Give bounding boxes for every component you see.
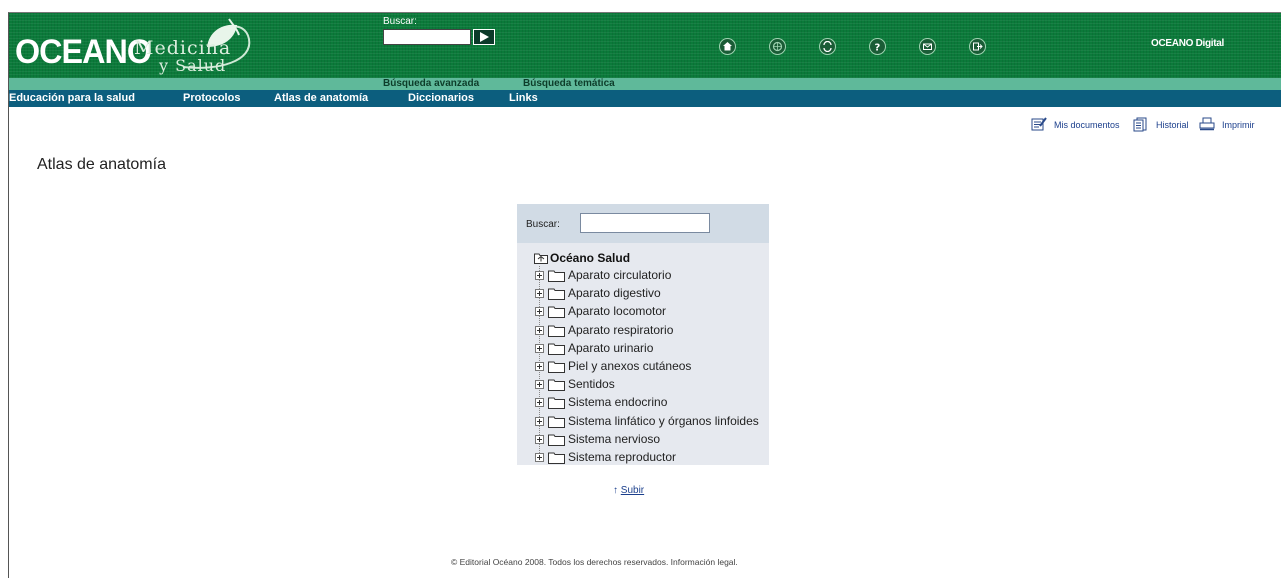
refresh-icon — [823, 41, 832, 52]
home-icon — [723, 42, 732, 51]
header-search-input[interactable] — [383, 29, 471, 45]
print-link[interactable]: Imprimir — [1222, 120, 1255, 130]
header-banner: OCEANO Medicina y Salud Buscar: ? OCEANO… — [9, 13, 1281, 78]
folder-icon — [548, 434, 565, 446]
nav-item-links[interactable]: Links — [509, 90, 538, 107]
expand-plus-icon[interactable] — [535, 325, 544, 335]
up-arrow-icon: ↑ — [613, 485, 618, 496]
my-documents-icon[interactable] — [1031, 117, 1047, 131]
tree-search-label: Buscar: — [526, 219, 560, 230]
anatomy-tree-panel: Buscar: Océano Salud Aparato circulatori… — [517, 204, 769, 465]
root-folder-icon — [534, 253, 548, 264]
exit-icon — [973, 42, 983, 51]
globe-icon — [772, 41, 783, 52]
nav-item-protocols[interactable]: Protocolos — [183, 90, 240, 107]
tree-item-label: Aparato urinario — [568, 340, 654, 355]
logo-oceano[interactable]: OCEANO — [15, 33, 152, 72]
logo-salud: y Salud — [159, 56, 227, 75]
print-icon[interactable] — [1199, 117, 1215, 131]
expand-plus-icon[interactable] — [535, 434, 544, 444]
main-nav: Educación para la salud Protocolos Atlas… — [9, 90, 1281, 107]
expand-plus-icon[interactable] — [535, 453, 544, 462]
home-button[interactable] — [719, 38, 736, 55]
header-search-label: Buscar: — [383, 16, 417, 27]
tree-item-label: Aparato locomotor — [568, 304, 667, 319]
globe-button[interactable] — [769, 38, 786, 55]
oceano-digital-brand[interactable]: OCEANO Digital — [1151, 38, 1224, 49]
expand-plus-icon[interactable] — [535, 307, 544, 317]
expand-plus-icon[interactable] — [535, 343, 544, 353]
tree-item-label: Sistema reproductor — [568, 450, 677, 464]
refresh-button[interactable] — [819, 38, 836, 55]
nav-item-dictionaries[interactable]: Diccionarios — [408, 90, 474, 107]
footer-copyright: © Editorial Océano 2008. Todos los derec… — [451, 557, 738, 567]
folder-icon — [548, 397, 565, 410]
folder-icon — [548, 325, 565, 337]
folder-icon — [548, 306, 565, 319]
folder-icon — [548, 416, 565, 428]
folder-icon — [548, 288, 565, 301]
thematic-search-link[interactable]: Búsqueda temática — [523, 78, 615, 90]
app-frame: OCEANO Medicina y Salud Buscar: ? OCEANO… — [8, 12, 1281, 578]
expand-plus-icon[interactable] — [535, 416, 544, 426]
search-go-button[interactable] — [473, 29, 495, 45]
history-icon[interactable] — [1133, 117, 1147, 132]
folder-icon — [548, 361, 565, 373]
expand-plus-icon[interactable] — [535, 362, 544, 371]
tree-item-label: Sentidos — [568, 377, 615, 392]
mail-button[interactable] — [919, 38, 936, 55]
folder-icon — [548, 343, 565, 355]
folder-icon — [548, 270, 565, 282]
nav-item-anatomy-atlas[interactable]: Atlas de anatomía — [274, 90, 368, 107]
history-link[interactable]: Historial — [1156, 120, 1189, 130]
tree-search-input[interactable] — [580, 213, 710, 233]
tree-item-label: Aparato digestivo — [568, 286, 661, 301]
tree-item-label: Sistema nervioso — [568, 431, 661, 446]
play-arrow-icon — [480, 32, 489, 42]
folder-icon — [548, 452, 565, 464]
tree-search-bar: Buscar: — [517, 204, 769, 243]
my-documents-link[interactable]: Mis documentos — [1054, 120, 1120, 130]
mail-icon — [923, 43, 932, 50]
svg-text:?: ? — [875, 43, 881, 53]
page-title: Atlas de anatomía — [37, 156, 166, 173]
up-link-label[interactable]: Subir — [621, 485, 644, 496]
expand-plus-icon[interactable] — [535, 289, 544, 299]
tree-item-label: Sistema endocrino — [568, 395, 668, 410]
tree-root-label: Océano Salud — [550, 251, 631, 265]
nav-item-education[interactable]: Educación para la salud — [9, 90, 135, 107]
advanced-search-link[interactable]: Búsqueda avanzada — [383, 78, 479, 90]
tree-item-label: Sistema linfático y órganos linfoides — [568, 413, 759, 428]
tree-item-label: Aparato respiratorio — [568, 322, 674, 337]
tree-item-label: Aparato circulatorio — [568, 268, 672, 282]
exit-button[interactable] — [969, 38, 986, 55]
tree-item-label: Piel y anexos cutáneos — [568, 359, 692, 373]
help-button[interactable]: ? — [869, 38, 886, 55]
expand-plus-icon[interactable] — [535, 398, 544, 408]
expand-plus-icon[interactable] — [535, 271, 544, 280]
help-icon: ? — [875, 43, 881, 53]
expand-plus-icon[interactable] — [535, 380, 544, 390]
scroll-up-link[interactable]: ↑ Subir — [613, 485, 644, 496]
folder-icon — [548, 379, 565, 392]
search-options-bar: Búsqueda avanzada Búsqueda temática — [9, 78, 1281, 90]
